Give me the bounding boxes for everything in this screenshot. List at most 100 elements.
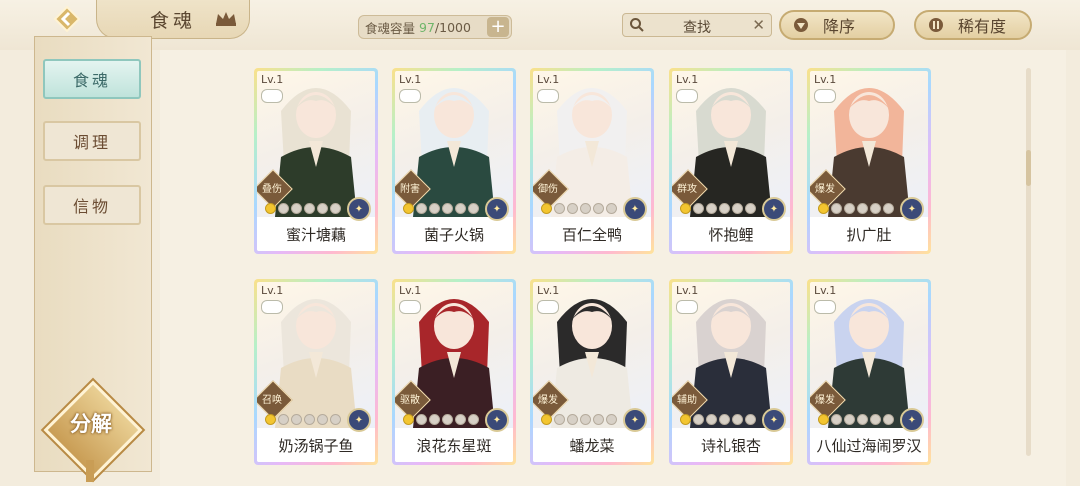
food-soul-card[interactable]: Lv.1 群攻 ✦ 怀抱鲤 [669,68,793,254]
food-soul-card[interactable]: Lv.1 御伤 ✦ 百仁全鸭 [530,68,654,254]
food-soul-card[interactable]: Lv.1 爆发 ✦ 蟠龙菜 [530,279,654,465]
card-face: Lv.1 附害 ✦ 菌子火锅 [395,71,513,251]
star-icon [831,414,842,425]
card-role: 爆发 [538,395,558,406]
star-icon [732,414,743,425]
star-icon [883,203,894,214]
sidebar-item-label: 食魂 [72,71,111,90]
card-face: Lv.1 召唤 ✦ 奶汤锅子鱼 [257,282,375,462]
card-role: 附害 [400,184,420,195]
star-rating [403,203,479,214]
card-name: 奶汤锅子鱼 [278,436,354,455]
top-bar: 食魂 食魂容量 97 /1000 + 查找 ✕ 降序 稀有度 [0,0,1080,50]
star-icon [745,414,756,425]
sidebar-item-conditioning[interactable]: 调理 [43,121,141,161]
food-soul-card[interactable]: Lv.1 驱散 ✦ 浪花东星斑 [392,279,516,465]
sidebar-item-tokens[interactable]: 信物 [43,185,141,225]
card-level: Lv.1 [814,284,837,297]
star-icon [844,414,855,425]
star-icon [567,414,578,425]
star-icon [593,203,604,214]
star-icon [818,203,829,214]
card-role: 辅助 [677,395,697,406]
card-level: Lv.1 [261,284,284,297]
star-rating [403,414,479,425]
card-name-bar: 蟠龙菜 [533,428,651,462]
search-placeholder: 查找 [683,20,711,36]
star-icon [831,203,842,214]
star-icon [606,414,617,425]
chat-bubble-icon [676,300,698,314]
star-icon [291,203,302,214]
card-level: Lv.1 [261,73,284,86]
card-name-bar: 菌子火锅 [395,217,513,251]
chat-bubble-icon [537,89,559,103]
star-icon [706,414,717,425]
sidebar-item-label: 调理 [72,133,111,152]
star-icon [278,203,289,214]
card-name-bar: 八仙过海闹罗汉 [810,428,928,462]
page-title-text: 食魂 [149,9,196,32]
sort-order-button[interactable]: 降序 [779,10,895,40]
element-badge-icon: ✦ [347,197,371,221]
scrollbar[interactable] [1026,68,1031,456]
star-icon [429,414,440,425]
star-icon [580,203,591,214]
food-soul-card[interactable]: Lv.1 叠伤 ✦ 蜜汁塘藕 [254,68,378,254]
card-name-bar: 奶汤锅子鱼 [257,428,375,462]
star-rating [265,203,341,214]
capacity-current: 97 [419,19,435,35]
star-icon [304,203,315,214]
card-name: 八仙过海闹罗汉 [816,436,922,455]
star-icon [870,203,881,214]
food-soul-card[interactable]: Lv.1 召唤 ✦ 奶汤锅子鱼 [254,279,378,465]
plus-icon: + [490,16,506,37]
food-soul-card[interactable]: Lv.1 爆发 ✦ 扒广肚 [807,68,931,254]
element-badge-icon: ✦ [347,408,371,432]
star-rating [680,203,756,214]
card-face: Lv.1 群攻 ✦ 怀抱鲤 [672,71,790,251]
sort-down-icon [793,17,809,33]
element-badge-icon: ✦ [485,197,509,221]
food-soul-card[interactable]: Lv.1 辅助 ✦ 诗礼银杏 [669,279,793,465]
star-icon [593,414,604,425]
card-level: Lv.1 [399,73,422,86]
star-icon [719,414,730,425]
crown-icon[interactable] [215,10,237,26]
food-soul-card[interactable]: Lv.1 附害 ✦ 菌子火锅 [392,68,516,254]
card-name-bar: 百仁全鸭 [533,217,651,251]
card-name: 诗礼银杏 [700,436,761,455]
star-icon [304,414,315,425]
card-name-bar: 诗礼银杏 [672,428,790,462]
star-icon [883,414,894,425]
scrollbar-thumb[interactable] [1026,150,1031,186]
sidebar-item-food-souls[interactable]: 食魂 [43,59,141,99]
sort-key-button[interactable]: 稀有度 [914,10,1032,40]
food-soul-card[interactable]: Lv.1 爆发 ✦ 八仙过海闹罗汉 [807,279,931,465]
star-icon [693,414,704,425]
card-level: Lv.1 [537,73,560,86]
chat-bubble-icon [814,300,836,314]
star-icon [468,414,479,425]
card-name-bar: 浪花东星斑 [395,428,513,462]
back-button[interactable] [44,4,90,34]
card-role: 群攻 [677,184,697,195]
star-icon [554,203,565,214]
card-level: Lv.1 [814,73,837,86]
star-icon [455,203,466,214]
star-icon [468,203,479,214]
capacity-max: /1000 [434,19,471,35]
star-icon [732,203,743,214]
star-icon [680,414,691,425]
card-role: 爆发 [815,395,835,406]
star-icon [442,203,453,214]
star-icon [818,414,829,425]
sort-rarity-icon [928,17,944,33]
card-name: 蟠龙菜 [569,436,615,455]
search-input[interactable]: 查找 ✕ [622,13,772,37]
clear-icon[interactable]: ✕ [752,16,765,34]
star-icon [844,203,855,214]
card-role: 爆发 [815,184,835,195]
star-icon [857,203,868,214]
capacity-plus-button[interactable]: + [487,17,509,37]
